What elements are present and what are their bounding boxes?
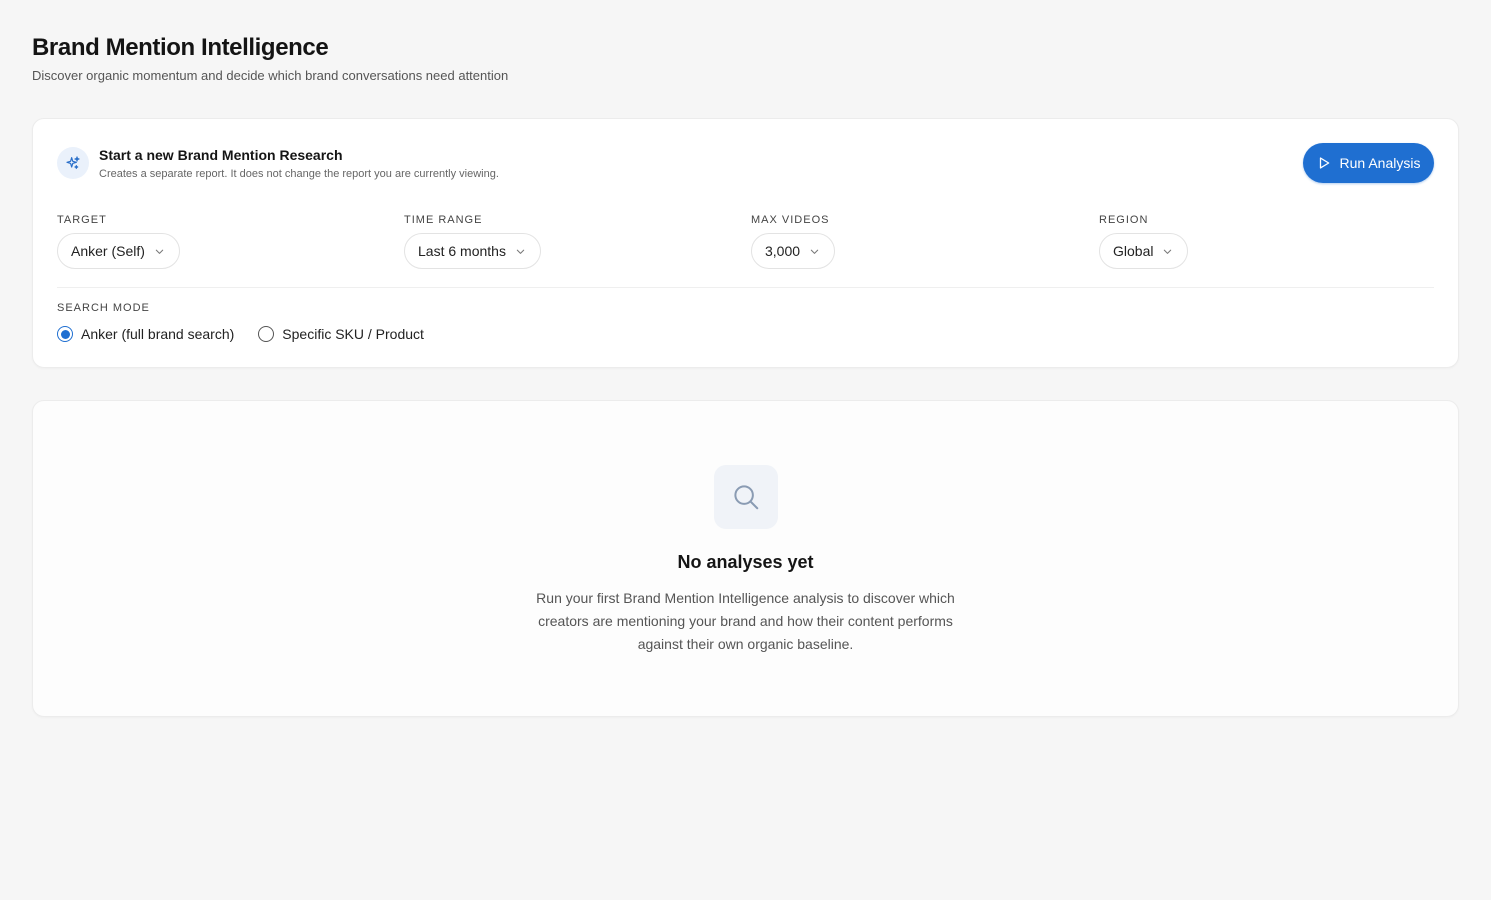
radio-checked[interactable] <box>57 326 73 342</box>
chevron-down-icon <box>516 249 525 254</box>
search-mode-option-sku[interactable]: Specific SKU / Product <box>258 326 424 342</box>
chevron-down-icon <box>1164 249 1172 254</box>
search-mode-options: Anker (full brand search) Specific SKU /… <box>57 326 424 342</box>
region-value: Global <box>1113 243 1154 259</box>
search-mode-option-brand[interactable]: Anker (full brand search) <box>57 326 234 342</box>
page-subtitle: Discover organic momentum and decide whi… <box>32 68 509 83</box>
empty-state-card: No analyses yet Run your first Brand Men… <box>32 400 1459 717</box>
max-videos-value: 3,000 <box>765 243 801 259</box>
research-title: Start a new Brand Mention Research <box>99 147 343 163</box>
divider <box>57 287 1434 288</box>
time-range-label: TIME RANGE <box>404 214 483 226</box>
max-videos-label: MAX VIDEOS <box>751 214 830 226</box>
time-range-select[interactable]: Last 6 months <box>404 233 541 269</box>
time-range-value: Last 6 months <box>418 243 506 259</box>
chevron-down-icon <box>810 249 819 254</box>
page-title: Brand Mention Intelligence <box>32 34 329 61</box>
search-mode-option-label: Specific SKU / Product <box>282 326 424 342</box>
region-select[interactable]: Global <box>1099 233 1189 269</box>
search-mode-label: SEARCH MODE <box>57 302 150 314</box>
chevron-down-icon <box>155 249 164 254</box>
empty-state-description: Run your first Brand Mention Intelligenc… <box>536 590 955 652</box>
target-value: Anker (Self) <box>71 243 145 259</box>
sparkles-icon <box>57 147 89 179</box>
search-mode-option-label: Anker (full brand search) <box>81 326 235 342</box>
target-select[interactable]: Anker (Self) <box>57 233 180 269</box>
run-analysis-label: Run Analysis <box>1339 155 1421 171</box>
region-field: REGION Global <box>1099 214 1189 269</box>
play-icon <box>1319 157 1329 169</box>
max-videos-select[interactable]: 3,000 <box>751 233 836 269</box>
max-videos-field: MAX VIDEOS 3,000 <box>751 214 836 269</box>
page: Brand Mention Intelligence Discover orga… <box>0 0 1491 900</box>
empty-state-title: No analyses yet <box>677 552 814 572</box>
research-config-card: Start a new Brand Mention Research Creat… <box>32 118 1459 368</box>
radio-unchecked[interactable] <box>258 326 275 342</box>
research-description: Creates a separate report. It does not c… <box>99 168 499 180</box>
run-analysis-button[interactable]: Run Analysis <box>1303 143 1434 183</box>
search-icon <box>714 465 778 529</box>
target-label: TARGET <box>57 214 107 226</box>
region-label: REGION <box>1099 214 1149 226</box>
time-range-field: TIME RANGE Last 6 months <box>404 214 541 269</box>
target-field: TARGET Anker (Self) <box>57 214 180 269</box>
